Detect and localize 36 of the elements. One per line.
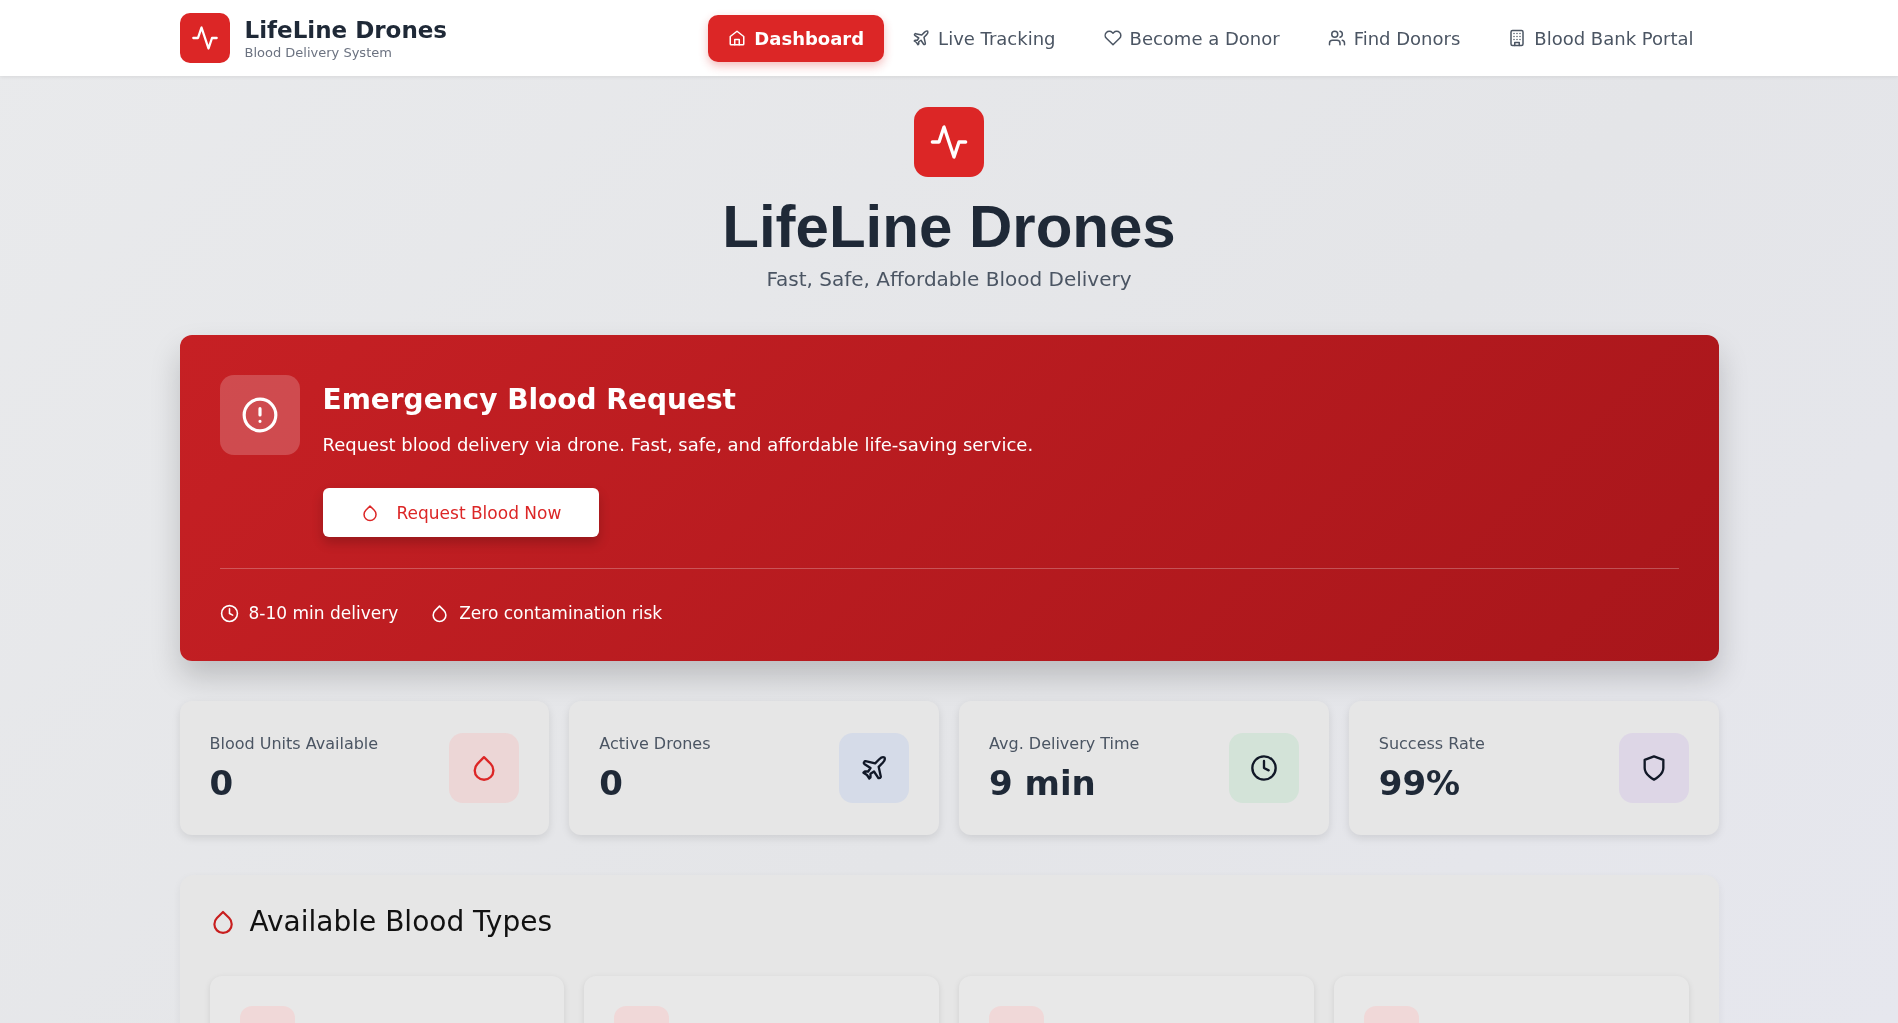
nav-tab[interactable]: Blood Bank Portal [1488, 14, 1714, 62]
request-blood-button[interactable]: Request Blood Now [322, 488, 600, 537]
nav-tab[interactable]: Become a Donor [1083, 14, 1300, 62]
page-subtitle: Fast, Safe, Affordable Blood Delivery [766, 267, 1132, 291]
pulse-icon [929, 122, 969, 162]
brand-name: LifeLine Drones [244, 16, 448, 43]
clock-icon [219, 603, 239, 623]
nav-tab[interactable]: Live Tracking [892, 14, 1076, 62]
brand-tagline: Blood Delivery System [244, 44, 393, 60]
feature-label: Zero contamination risk [459, 603, 663, 623]
emergency-title: Emergency Blood Request [322, 383, 737, 416]
stat-value: 9 min [989, 762, 1097, 803]
stat-label: Active Drones [599, 733, 711, 753]
plane-icon [860, 754, 888, 782]
pulse-icon [190, 24, 219, 52]
feature-label: 8-10 min delivery [248, 603, 399, 623]
building-icon [1508, 29, 1527, 47]
stat-value: 0 [209, 762, 235, 803]
page-title: LifeLine Drones [722, 192, 1176, 262]
stat-label: Blood Units Available [209, 733, 379, 753]
section-title: Available Blood Types [249, 905, 552, 938]
home-icon [728, 29, 747, 47]
drop-icon [430, 603, 450, 623]
stat-value: 99% [1378, 762, 1462, 803]
stat-label: Success Rate [1378, 733, 1485, 753]
clock-icon [1249, 754, 1278, 782]
heart-icon [1103, 29, 1122, 47]
stat-label: Avg. Delivery Time [989, 733, 1140, 753]
plane-icon [912, 29, 931, 47]
stat-value: 0 [599, 762, 624, 803]
drop-icon [360, 503, 379, 522]
alert-icon [240, 396, 279, 434]
nav-tab[interactable]: Find Donors [1307, 14, 1481, 62]
emergency-description: Request blood delivery via drone. Fast, safe, and affordable life-saving service. [322, 434, 1034, 455]
users-icon [1327, 29, 1346, 47]
nav-tab[interactable]: Dashboard [708, 14, 885, 62]
